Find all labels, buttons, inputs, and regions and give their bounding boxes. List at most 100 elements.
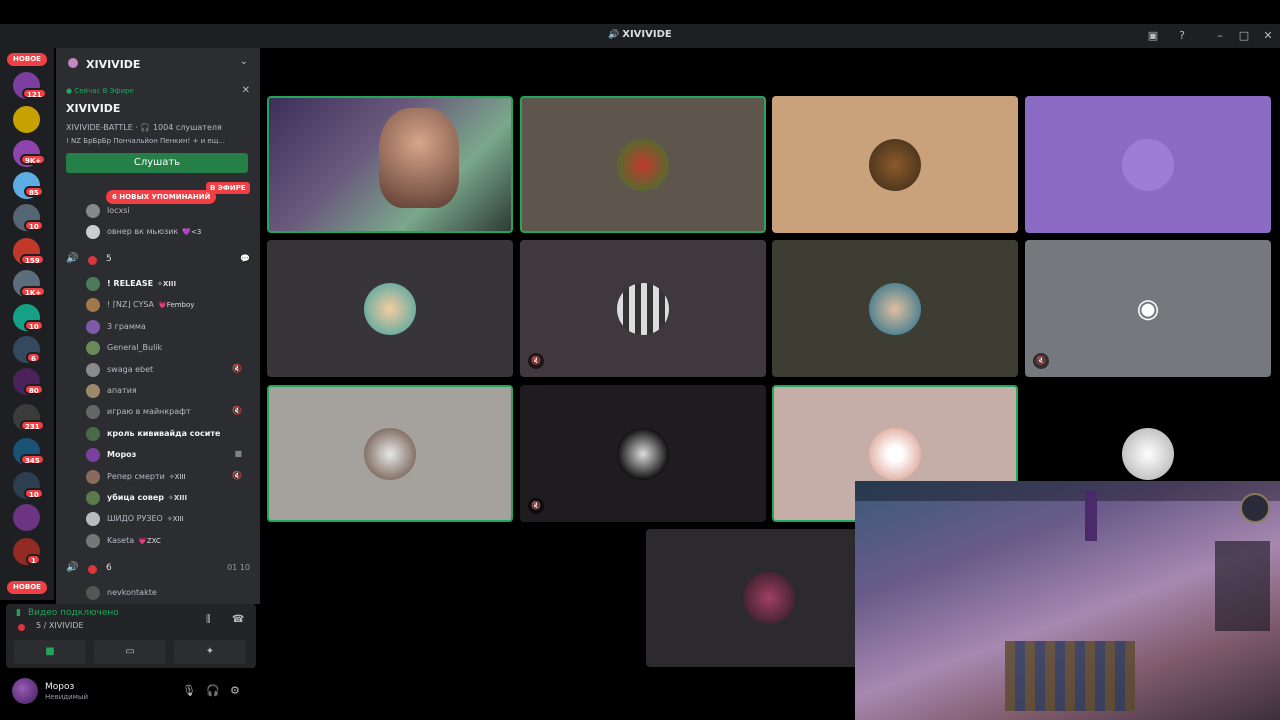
game-panel	[1215, 541, 1270, 631]
channel-sidebar: XIVIVIDE ⌄ ● Сейчас В Эфире ✕ XIVIVIDE X…	[56, 48, 260, 604]
user-name: Мороз	[45, 682, 75, 692]
unread-badge: 10	[24, 488, 44, 499]
noise-suppression-icon[interactable]: ⫼	[206, 614, 211, 625]
avatar	[86, 426, 100, 441]
server-icon[interactable]	[13, 106, 40, 133]
microphone-icon[interactable]: 🎙	[182, 684, 196, 697]
voice-channel-name[interactable]: 5 / XIVIVIDE	[36, 621, 84, 630]
list-item[interactable]: swaga ebet 🔇	[86, 361, 256, 379]
maximize-icon[interactable]: □	[1236, 28, 1252, 44]
video-tile[interactable]	[1025, 96, 1271, 233]
stream-preview[interactable]	[855, 481, 1280, 720]
camera-button[interactable]: ■	[14, 640, 86, 664]
speaker-icon: 🔊	[608, 30, 620, 40]
video-tile[interactable]	[772, 96, 1018, 233]
game-actionbars	[1005, 641, 1135, 711]
server-badge-icon	[68, 58, 78, 68]
unread-badge: 231	[20, 420, 45, 431]
new-pill-top[interactable]: НОВОЕ	[7, 53, 47, 66]
video-tile[interactable]	[772, 240, 1018, 377]
avatar	[86, 298, 100, 313]
list-item[interactable]: ! RELEASE ✧XIII	[86, 275, 256, 293]
avatar	[86, 225, 100, 239]
avatar	[86, 586, 100, 600]
avatar	[86, 277, 100, 291]
avatar	[86, 204, 100, 218]
list-item[interactable]: убица совер ✧XIII	[86, 489, 256, 507]
muted-icon: 🔇	[528, 498, 544, 514]
user-panel: Мороз Невидимый 🎙 🎧 ⚙	[6, 672, 256, 712]
avatar	[869, 427, 921, 480]
video-tile[interactable]: 🔇	[520, 385, 766, 522]
list-item[interactable]: Репер смерти ✧XIII 🔇	[86, 468, 256, 486]
avatar	[617, 138, 669, 191]
avatar[interactable]	[12, 678, 38, 704]
inbox-icon[interactable]: ▣	[1145, 28, 1161, 44]
voice-connected-panel: ▮ Видео подключено 5 / XIVIVIDE ⫼ ☎ ■ ▭ …	[6, 604, 256, 668]
list-item[interactable]: кроль кививайда сосите	[86, 425, 256, 443]
list-item[interactable]: апатия	[86, 382, 256, 400]
video-tile[interactable]	[267, 240, 513, 377]
help-icon[interactable]: ?	[1174, 28, 1190, 44]
channel-status-dot	[88, 565, 97, 574]
avatar	[869, 282, 921, 335]
server-icon[interactable]	[13, 504, 40, 531]
headphones-icon[interactable]: 🎧	[206, 684, 220, 697]
discord-logo-icon: ◉	[1136, 293, 1160, 324]
speaker-icon: 🔊	[66, 562, 79, 573]
close-icon[interactable]: ✕	[1260, 28, 1276, 44]
list-item[interactable]: ! ⌈NZ⌋ CYSA 💗Femboy	[86, 296, 256, 314]
avatar	[86, 491, 100, 505]
list-item[interactable]: овнер вк мьюзик 💜<3	[86, 223, 256, 241]
list-item[interactable]: nevkontakte	[86, 584, 256, 602]
live-label: ● Сейчас В Эфире	[66, 87, 134, 95]
avatar	[869, 138, 921, 191]
muted-icon: 🔇	[232, 363, 242, 373]
server-header[interactable]: XIVIVIDE ⌄	[56, 48, 260, 80]
disconnect-icon[interactable]: ☎	[232, 614, 244, 625]
unread-badge: 121	[22, 88, 47, 99]
muted-icon: 🔇	[528, 353, 544, 369]
video-icon: ■	[234, 449, 242, 459]
close-icon[interactable]: ✕	[242, 85, 250, 96]
list-item[interactable]: General_Bulik	[86, 339, 256, 357]
avatar	[617, 282, 669, 335]
video-tile[interactable]	[267, 385, 513, 522]
gear-icon[interactable]: ⚙	[230, 684, 240, 697]
list-item[interactable]: играю в майнкрафт 🔇	[86, 403, 256, 421]
live-speakers: ! NZ БрБрБр Пончальйон Пенкин! + и ещ...	[66, 137, 226, 145]
video-tile[interactable]: 🔇	[520, 240, 766, 377]
video-tile[interactable]: ◉ 🔇	[1025, 240, 1271, 377]
user-limit: 01 10	[227, 563, 250, 572]
voice-status[interactable]: Видео подключено	[28, 608, 119, 618]
chat-icon[interactable]: 💬	[240, 254, 250, 263]
unread-badge: 159	[20, 254, 45, 265]
voice-channel-row[interactable]: 🔊 5 💬	[64, 251, 254, 269]
unread-badge: 6	[26, 352, 41, 363]
listen-button[interactable]: Слушать	[66, 153, 248, 173]
list-item[interactable]: 3 грамма	[86, 318, 256, 336]
avatar	[743, 572, 795, 624]
muted-icon: 🔇	[1033, 353, 1049, 369]
avatar	[86, 341, 100, 356]
list-item[interactable]: Мороз ■	[86, 446, 256, 464]
live-stage-card: ● Сейчас В Эфире ✕ XIVIVIDE XIVIVIDE-BAT…	[62, 82, 252, 177]
live-subtitle: XIVIVIDE-BATTLE · 🎧 1004 слушателя	[66, 123, 222, 132]
muted-icon: 🔇	[232, 470, 242, 480]
screen-share-button[interactable]: ▭	[94, 640, 166, 664]
avatar	[86, 512, 100, 527]
channel-status-dot	[88, 256, 97, 265]
video-tile[interactable]	[520, 96, 766, 233]
minimize-icon[interactable]: –	[1212, 28, 1228, 44]
list-item[interactable]: locxsi	[86, 202, 256, 220]
new-pill-bottom[interactable]: НОВОЕ	[7, 581, 47, 594]
avatar	[617, 427, 669, 480]
chevron-down-icon[interactable]: ⌄	[240, 56, 248, 67]
avatar	[364, 427, 416, 480]
voice-channel-row[interactable]: 🔊 6 01 10	[64, 560, 254, 578]
list-item[interactable]: ШИДО РУЗЕО ✧XIII	[86, 510, 256, 528]
participant-video	[379, 108, 459, 208]
activity-button[interactable]: ✦	[174, 640, 246, 664]
list-item[interactable]: Kaseta 💗ZXC	[86, 532, 256, 550]
video-tile-camera[interactable]	[267, 96, 513, 233]
